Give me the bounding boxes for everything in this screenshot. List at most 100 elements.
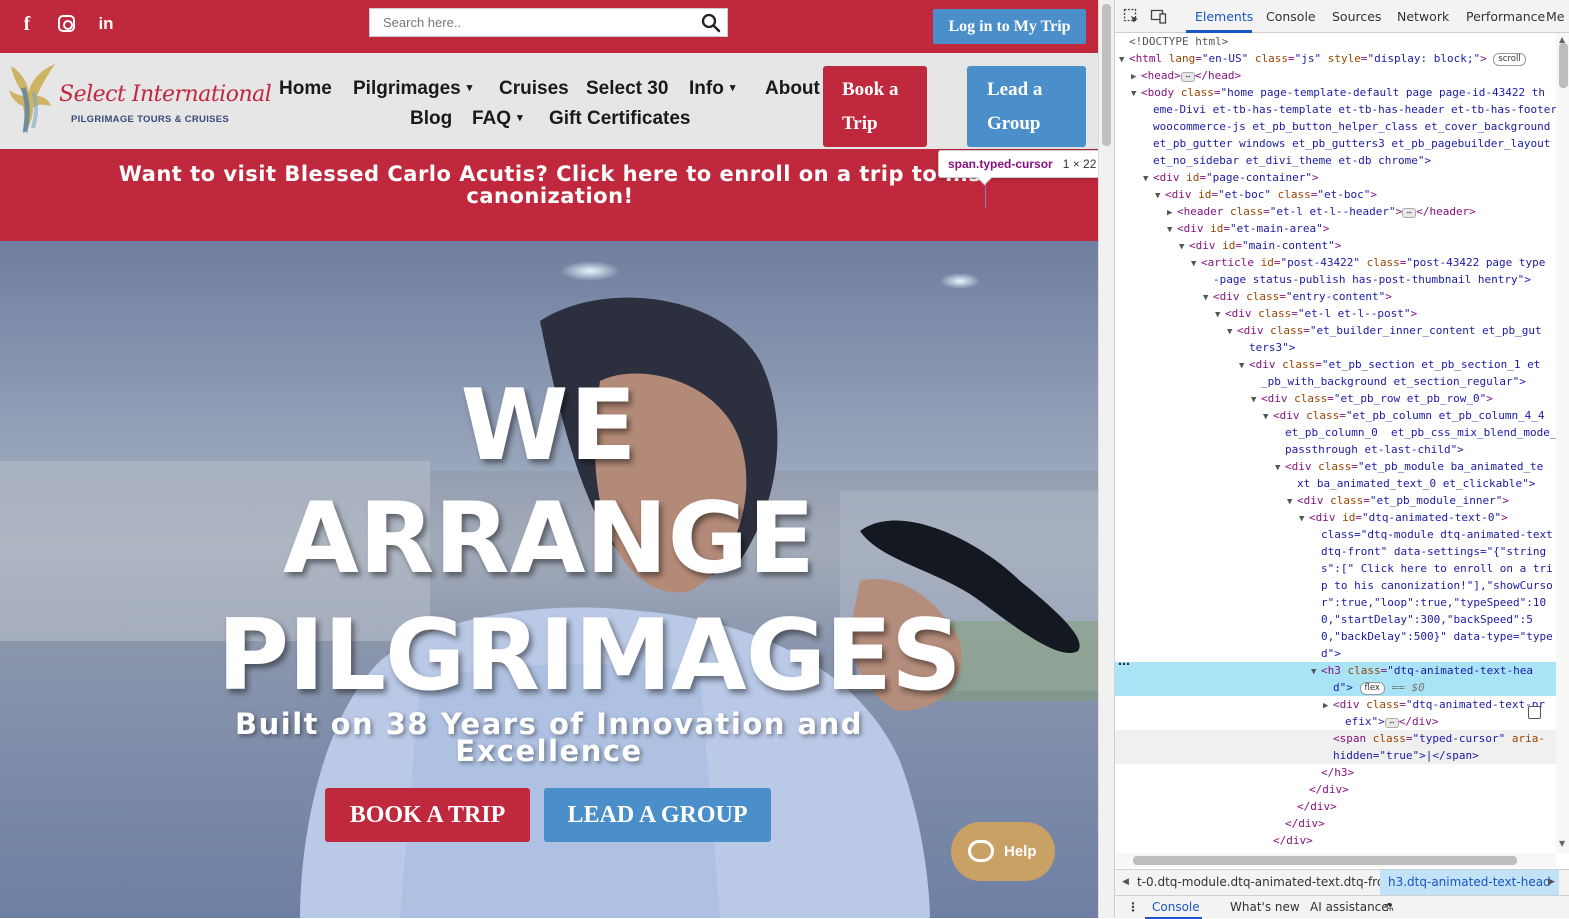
dom-node[interactable]: </div> <box>1115 781 1556 798</box>
tab-console[interactable]: Console <box>1266 9 1316 24</box>
dom-node[interactable]: </div> <box>1115 832 1556 849</box>
copy-node-icon[interactable] <box>1528 706 1541 719</box>
hero-heading-arrange: ARRANGE <box>282 482 815 596</box>
dom-node[interactable]: d"> <box>1115 645 1556 662</box>
dom-node[interactable]: ▶ <head> ⋯ </head> <box>1115 67 1556 84</box>
dom-node[interactable]: ▼ <div class="et_pb_row et_pb_row_0"> <box>1115 390 1556 407</box>
dom-node[interactable]: ▼ <div id="main-content"> <box>1115 237 1556 254</box>
dom-node[interactable]: passthrough et-last-child"> <box>1115 441 1556 458</box>
login-my-trip-button[interactable]: Log in to My Trip <box>933 9 1086 44</box>
dom-node[interactable]: ters3"> <box>1115 339 1556 356</box>
device-toolbar-icon[interactable] <box>1150 8 1167 25</box>
tab-elements[interactable]: Elements <box>1195 9 1253 24</box>
dom-node[interactable]: _pb_with_background et_section_regular"> <box>1115 373 1556 390</box>
tab-more[interactable]: Me <box>1546 9 1564 24</box>
nav-select-30[interactable]: Select 30 <box>586 78 668 100</box>
dom-vertical-scroll-thumb[interactable] <box>1559 43 1568 88</box>
dom-node[interactable]: </div> <box>1115 798 1556 815</box>
dom-node[interactable]: et_no_sidebar et_divi_theme et-db chrome… <box>1115 152 1556 169</box>
dom-node[interactable]: ▼ <div id="page-container"> <box>1115 169 1556 186</box>
dom-node[interactable]: ▼ <html lang="en-US" class="js" style="di… <box>1115 50 1556 67</box>
dom-node[interactable]: hidden="true">|</span> <box>1115 747 1556 764</box>
hero-lead-group-button[interactable]: LEAD A GROUP <box>544 788 771 842</box>
dom-node[interactable]: ▼ <body class="home page-template-default… <box>1115 84 1556 101</box>
tooltip-selector: span.typed-cursor <box>948 157 1053 171</box>
dom-node-selected[interactable]: ▼ <h3 class="dtq-animated-text-hea <box>1115 662 1556 679</box>
dom-node[interactable]: ▶ <header class="et-l et-l--header"> ⋯ </he… <box>1115 203 1556 220</box>
dom-node[interactable]: ▼ <div class="et_pb_module ba_animated_te <box>1115 458 1556 475</box>
lead-a-group-button[interactable]: Lead a Group <box>967 66 1086 147</box>
page-scrollbar[interactable] <box>1098 0 1114 918</box>
dom-node[interactable]: ▼ <article id="post-43422" class="post-43… <box>1115 254 1556 271</box>
dom-node[interactable]: </h3> <box>1115 764 1556 781</box>
dom-node[interactable]: efix"> ⋯ </div> <box>1115 713 1556 730</box>
linkedin-icon[interactable]: in <box>95 13 117 35</box>
nav-home[interactable]: Home <box>279 78 332 100</box>
dom-node[interactable]: <span class="typed-cursor" aria- <box>1115 730 1556 747</box>
nav-info[interactable]: Info ▾ <box>689 78 735 100</box>
dom-node[interactable]: et_pb_gutter windows et_pb_gutters3 et_p… <box>1115 135 1556 152</box>
nav-pilgrimages[interactable]: Pilgrimages ▾ <box>353 78 472 100</box>
announcement-banner[interactable]: Want to visit Blessed Carlo Acutis? Clic… <box>0 149 1098 241</box>
page-scrollbar-thumb[interactable] <box>1102 4 1111 146</box>
hero-book-trip-button[interactable]: BOOK A TRIP <box>325 788 530 842</box>
dom-horizontal-scrollbar[interactable] <box>1115 853 1556 867</box>
dom-node[interactable]: ▼ <div id="dtq-animated-text-0"> <box>1115 509 1556 526</box>
dom-node[interactable]: ▼ <div class="et_builder_inner_content et… <box>1115 322 1556 339</box>
breadcrumb-item[interactable]: t-0.dtq-module.dtq-animated-text.dtq-fro… <box>1137 870 1397 895</box>
dom-node[interactable]: -page status-publish has-post-thumbnail … <box>1115 271 1556 288</box>
breadcrumb-right-icon[interactable]: ▶ <box>1548 870 1555 895</box>
dom-node[interactable]: ▼ <div id="et-boc" class="et-boc"> <box>1115 186 1556 203</box>
dom-node[interactable]: p to his canonization!"],"showCurso <box>1115 577 1556 594</box>
nav-faq[interactable]: FAQ ▾ <box>472 108 523 130</box>
facebook-icon[interactable]: f <box>16 13 38 35</box>
dom-node[interactable]: xt ba_animated_text_0 et_clickable"> <box>1115 475 1556 492</box>
dom-node[interactable]: ▼ <div class="et_pb_module_inner"> <box>1115 492 1556 509</box>
dom-node[interactable]: <!DOCTYPE html> <box>1115 33 1556 50</box>
book-a-trip-button[interactable]: Book a Trip <box>823 66 927 147</box>
nav-cruises[interactable]: Cruises <box>499 78 569 100</box>
dom-vertical-scrollbar[interactable]: ▲ ▼ <box>1556 33 1569 853</box>
search-icon[interactable] <box>701 13 721 33</box>
dom-node[interactable]: ▼ <div id="et-main-area"> <box>1115 220 1556 237</box>
tab-network[interactable]: Network <box>1397 9 1449 24</box>
dom-node[interactable]: class="dtq-module dtq-animated-text <box>1115 526 1556 543</box>
drawer-tab-ai-assistance[interactable]: AI assistance <box>1310 896 1389 919</box>
breadcrumb-left-icon[interactable]: ◀ <box>1122 870 1129 895</box>
instagram-icon[interactable] <box>55 13 77 35</box>
scroll-down-icon[interactable]: ▼ <box>1559 839 1565 848</box>
tab-sources[interactable]: Sources <box>1332 9 1381 24</box>
dom-node[interactable]: ▼ <div class="et_pb_section et_pb_section… <box>1115 356 1556 373</box>
nav-gift-certificates[interactable]: Gift Certificates <box>549 108 690 130</box>
dom-node[interactable]: et_pb_column_0 et_pb_css_mix_blend_mode_ <box>1115 424 1556 441</box>
dom-horizontal-scroll-thumb[interactable] <box>1133 856 1517 865</box>
dom-node-selected[interactable]: d"> flex == $0 <box>1115 679 1556 696</box>
lead-a-group-line1: Lead a <box>987 79 1043 100</box>
banner-text[interactable]: Want to visit Blessed Carlo Acutis? Clic… <box>40 163 1060 207</box>
help-widget-button[interactable]: Help <box>951 822 1055 881</box>
dom-node[interactable]: woocommerce-js et_pb_button_helper_class… <box>1115 118 1556 135</box>
nav-about[interactable]: About <box>765 78 820 100</box>
dom-node[interactable]: eme-Divi et-tb-has-template et-tb-has-he… <box>1115 101 1556 118</box>
hero-heading-we: WE <box>460 369 638 483</box>
tab-performance[interactable]: Performance <box>1466 9 1545 24</box>
node-actions-ellipsis-icon[interactable]: ⋯ <box>1118 657 1130 671</box>
dom-node[interactable]: 0,"startDelay":300,"backSpeed":5 <box>1115 611 1556 628</box>
dom-node[interactable]: ▼ <div class="et_pb_column et_pb_column_4… <box>1115 407 1556 424</box>
nav-blog[interactable]: Blog <box>410 108 452 130</box>
dom-node[interactable]: r":true,"loop":true,"typeSpeed":10 <box>1115 594 1556 611</box>
dom-node[interactable]: dtq-front" data-settings="{"string <box>1115 543 1556 560</box>
search-input[interactable] <box>370 9 680 36</box>
drawer-tab-console[interactable]: Console <box>1152 896 1200 919</box>
breadcrumb-item-selected[interactable]: h3.dtq-animated-text-head <box>1380 870 1559 895</box>
dom-node[interactable]: ▶ <div class="dtq-animated-text-pr <box>1115 696 1556 713</box>
dom-node[interactable]: 0,"backDelay":500}" data-type="type <box>1115 628 1556 645</box>
dom-node[interactable]: ▼ <div class="et-l et-l--post"> <box>1115 305 1556 322</box>
dom-node[interactable]: s":[" Click here to enroll on a tri <box>1115 560 1556 577</box>
drawer-tab-whats-new[interactable]: What's new <box>1230 896 1300 919</box>
dom-node[interactable]: ▼ <div class="entry-content"> <box>1115 288 1556 305</box>
inspect-element-icon[interactable] <box>1123 8 1140 25</box>
logo[interactable]: Select International PILGRIMAGE TOURS & … <box>3 58 272 142</box>
drawer-menu-icon[interactable]: ⋮ <box>1127 896 1139 919</box>
dom-node[interactable]: </div> <box>1115 815 1556 832</box>
